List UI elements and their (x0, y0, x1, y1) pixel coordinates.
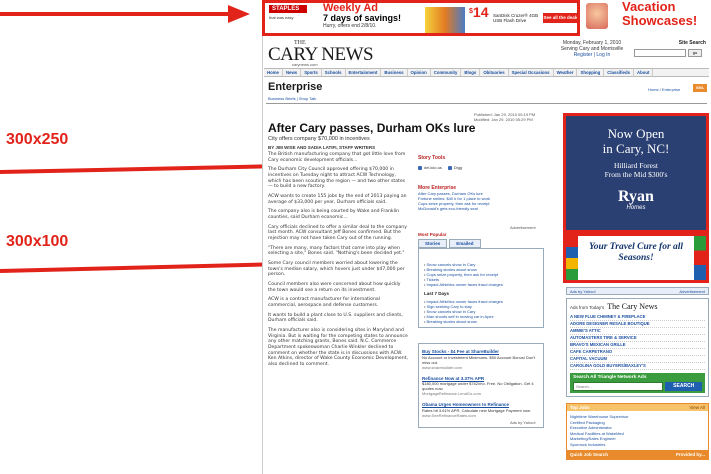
ads-bar: Ads by Yahoo! Advertisement (566, 287, 709, 295)
network-search-button[interactable]: SEARCH (665, 382, 702, 391)
article-paragraph: The company also is being courted by Wak… (268, 209, 400, 220)
listing-link[interactable]: CAFE CARPETRANO (570, 349, 705, 356)
network-ads-search: Search All Triangle Network Ads Search..… (570, 373, 705, 393)
section-title: Enterprise (268, 81, 323, 93)
product-name: SanDisk Cruzer® 4GB USB Flash Drive (493, 13, 539, 23)
date-block: Monday, February 1, 2010 Serving Cary an… (558, 40, 626, 58)
price-tag: $14 (469, 4, 489, 20)
sponsored-item[interactable]: Refinance Now at 3.37% APR $180,000 mort… (422, 376, 540, 397)
last-7-days-heading: Last 7 Days (424, 291, 450, 296)
nav-item-blogs[interactable]: Blogs (461, 69, 481, 76)
listing-link[interactable]: CAROLINA GOLD BUYERS/BAXLEY'S (570, 363, 705, 370)
decorative-strip (566, 236, 578, 280)
travel-cure-ad[interactable]: Your Travel Cure for all Seasons! (563, 233, 709, 283)
story-tools: Story Tools del.icio.us Digg More Enterp… (418, 155, 544, 211)
article-body: The British manufacturing company that g… (268, 152, 408, 371)
main-nav: Home News Sports Schools Entertainment B… (264, 68, 709, 77)
annotation-label-300x100: 300x100 (6, 233, 69, 250)
quick-job-search[interactable]: Quick Job Search Provided by... (567, 450, 708, 459)
listing-link[interactable]: A NEW FLUE CHIMNEY & FIREPLACE (570, 314, 705, 321)
nav-item-weather[interactable]: Weather (554, 69, 578, 76)
vacation-photo (586, 3, 608, 29)
nav-item-community[interactable]: Community (431, 69, 462, 76)
nav-item-shopping[interactable]: Shopping (577, 69, 605, 76)
article-paragraph: ACW is a contract manufacturer for inter… (268, 297, 380, 308)
digg-icon (447, 165, 452, 170)
article-paragraph: ACW wants to create 155 jobs by the end … (268, 193, 407, 205)
ryan-homes-ad[interactable]: Now Open in Cary, NC! Hilliard Forest Fr… (563, 113, 709, 233)
site-search-input[interactable] (634, 49, 686, 57)
article-paragraph: Cary officials declined to offer a simil… (268, 224, 407, 241)
share-delicious-link[interactable]: del.icio.us (418, 165, 442, 170)
article-byline: BY JIM WISE AND SADIA LATIFI, STAFF WRIT… (268, 145, 376, 150)
article-paragraph: Some Cary council members worried about … (268, 261, 405, 278)
popular-list: Snow cancels show in Cary Breaking stori… (424, 262, 540, 324)
delicious-icon (418, 165, 422, 170)
see-all-deals-button[interactable]: See all the deals (543, 13, 577, 23)
annotation-arrowhead-top (228, 5, 250, 23)
article-paragraph: The Durham City Council approved offerin… (268, 167, 406, 190)
ads-by-yahoo[interactable]: Ads by Yahoo! (510, 420, 536, 425)
article-paragraph: It wants to build a plant close to U.S. … (268, 312, 403, 324)
decorative-strip (694, 236, 706, 280)
view-all-jobs-link[interactable]: View All (689, 405, 705, 410)
network-search-input[interactable]: Search... (573, 382, 664, 391)
tab-stories[interactable]: Stories (418, 239, 448, 248)
right-sidebar: Ads by Yahoo! Advertisement Ads from Toda… (566, 287, 709, 460)
site-logo[interactable]: CARY NEWS (268, 44, 374, 66)
article-deck: City offers company $70,000 in incentive… (268, 136, 370, 142)
local-ads-box: Ads from Today's The Cary News A NEW FLUE… (566, 298, 709, 397)
weekly-ad-text: Weekly Ad 7 days of savings! Hurry, offe… (323, 2, 402, 29)
nav-item-home[interactable]: Home (264, 69, 283, 76)
vacation-showcases-ad[interactable]: Vacation Showcases! (582, 0, 711, 36)
nav-item-about[interactable]: About (634, 69, 654, 76)
list-item[interactable]: Breaking stories about snow (424, 319, 540, 324)
article-paragraph: "There are many, many factors that come … (268, 245, 405, 257)
nav-item-opinion[interactable]: Opinion (408, 69, 431, 76)
leaderboard-ad[interactable]: STAPLES that was easy Weekly Ad 7 days o… (262, 0, 580, 36)
advertisement-label: Advertisement (510, 225, 536, 230)
masthead: THE CARY NEWS carynews.com Monday, Febru… (262, 38, 711, 67)
listing-link[interactable]: AMMIE'S ATTIC (570, 328, 705, 335)
product-images (425, 7, 465, 33)
section-breadcrumb[interactable]: Home / Enterprise (648, 87, 680, 92)
logo-url: carynews.com (292, 62, 318, 67)
article-paragraph: The British manufacturing company that g… (268, 152, 406, 163)
annotation-arrow-top (0, 12, 232, 16)
listing-link[interactable]: AUTOMASTERS TIRE & SERVICE (570, 335, 705, 342)
ryan-homes-logo: Ryan (618, 188, 654, 205)
sponsored-links: Buy Stocks - $4 Fee at ShareBuilder No A… (418, 345, 544, 428)
list-item[interactable]: Impact Athletics owner faces fraud charg… (424, 282, 540, 287)
top-jobs-box: Top Jobs View All Nighttime Warehouse Sup… (566, 403, 709, 460)
register-login-link[interactable]: Register | Log In (558, 52, 626, 58)
nav-item-obituaries[interactable]: Obituaries (480, 69, 509, 76)
xml-badge[interactable]: XML (693, 84, 707, 92)
nav-item-schools[interactable]: Schools (322, 69, 346, 76)
nav-item-entertainment[interactable]: Entertainment (346, 69, 382, 76)
more-link[interactable]: McDonald's gets eco-friendly seal (418, 206, 544, 211)
article-paragraph: The manufacturer also is considering sit… (268, 328, 408, 367)
nav-item-business[interactable]: Business (381, 69, 408, 76)
article-paragraph: Council members also were concerned abou… (268, 282, 401, 293)
job-link[interactable]: Spurnock Industries (570, 442, 705, 448)
section-subnav[interactable]: Business Briefs | Shop Talk (268, 96, 316, 101)
share-digg-link[interactable]: Digg (447, 165, 462, 170)
section-divider (266, 103, 707, 104)
sponsored-item[interactable]: Buy Stocks - $4 Fee at ShareBuilder No A… (422, 349, 540, 370)
nav-item-news[interactable]: News (283, 69, 302, 76)
listing-link[interactable]: BRAVO'S MEXICAN GRILLE (570, 342, 705, 349)
tab-emailed[interactable]: Emailed (449, 239, 481, 248)
listing-link[interactable]: CAPITAL VACUUM (570, 356, 705, 363)
screenshot: 300x250 300x100 STAPLES that was easy We… (0, 0, 711, 474)
site-search: Site Search go (634, 40, 706, 57)
listing-link[interactable]: ADORE DESIGNER RESALE BOUTIQUE (570, 321, 705, 328)
site-search-go-button[interactable]: go (688, 49, 702, 57)
sponsored-item[interactable]: Obama Urges Homeowners to Refinance Rate… (422, 402, 540, 418)
nav-item-sports[interactable]: Sports (301, 69, 322, 76)
nav-item-special-occasions[interactable]: Special Occasions (509, 69, 554, 76)
nav-item-classifieds[interactable]: Classifieds (604, 69, 634, 76)
staples-logo: STAPLES that was easy (269, 5, 319, 33)
annotation-label-300x250: 300x250 (6, 131, 69, 148)
article-headline: After Cary passes, Durham OKs lure (268, 121, 476, 135)
